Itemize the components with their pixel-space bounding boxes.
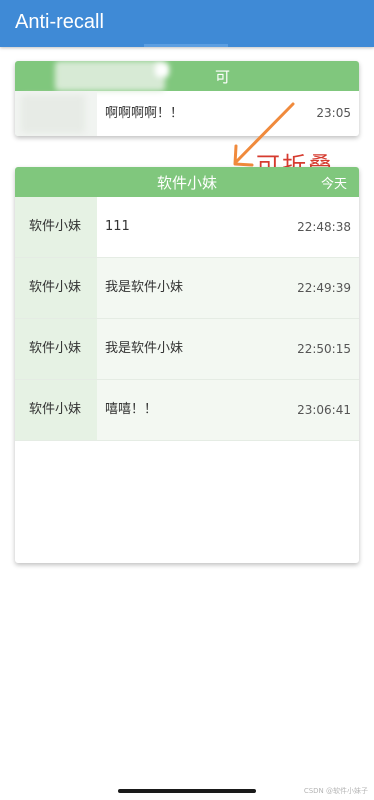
message-time: 22:48:38 bbox=[297, 220, 351, 234]
card-title: 可 bbox=[215, 68, 231, 86]
home-indicator[interactable] bbox=[118, 789, 256, 793]
appbar-indicator bbox=[144, 44, 228, 47]
app-title: Anti-recall bbox=[15, 11, 104, 33]
message-row[interactable]: 软件小妹 我是软件小妹 22:50:15 bbox=[15, 319, 359, 380]
sender-name: 软件小妹 bbox=[15, 319, 97, 379]
blurred-region bbox=[155, 63, 169, 77]
card-header[interactable]: 可 bbox=[15, 61, 359, 91]
sender-name: 软件小妹 bbox=[15, 258, 97, 318]
message-time: 22:49:39 bbox=[297, 281, 351, 295]
blurred-avatar bbox=[21, 95, 85, 133]
card-header[interactable]: 软件小妹 今天 bbox=[15, 167, 359, 197]
message-row[interactable]: 啊啊啊啊！！ 23:05 bbox=[15, 91, 359, 136]
message-time: 23:06:41 bbox=[297, 403, 351, 417]
sender-name: 软件小妹 bbox=[15, 380, 97, 440]
card-title: 软件小妹 bbox=[156, 174, 217, 192]
message-row[interactable]: 软件小妹 嘻嘻！！ 23:06:41 bbox=[15, 380, 359, 441]
watermark: CSDN @软件小妹子 bbox=[303, 787, 368, 795]
message-text: 啊啊啊啊！！ bbox=[105, 106, 184, 121]
sender-cell bbox=[15, 91, 97, 136]
sender-name: 软件小妹 bbox=[15, 197, 97, 257]
app-bar: Anti-recall bbox=[0, 0, 374, 47]
message-row[interactable]: 软件小妹 111 22:48:38 bbox=[15, 197, 359, 258]
message-text: 我是软件小妹 bbox=[105, 341, 184, 356]
collapsed-conversation-card[interactable]: 可 啊啊啊啊！！ 23:05 bbox=[15, 61, 359, 136]
message-text: 111 bbox=[105, 219, 130, 234]
message-row[interactable]: 软件小妹 我是软件小妹 22:49:39 bbox=[15, 258, 359, 319]
message-text: 嘻嘻！！ bbox=[105, 402, 158, 417]
card-date: 今天 bbox=[320, 177, 347, 192]
message-text: 我是软件小妹 bbox=[105, 280, 184, 295]
expanded-conversation-card[interactable]: 软件小妹 今天 软件小妹 111 22:48:38 软件小妹 我是软件小妹 22… bbox=[15, 167, 359, 563]
blurred-region bbox=[55, 61, 165, 91]
message-time: 23:05 bbox=[316, 106, 351, 120]
message-time: 22:50:15 bbox=[297, 342, 351, 356]
